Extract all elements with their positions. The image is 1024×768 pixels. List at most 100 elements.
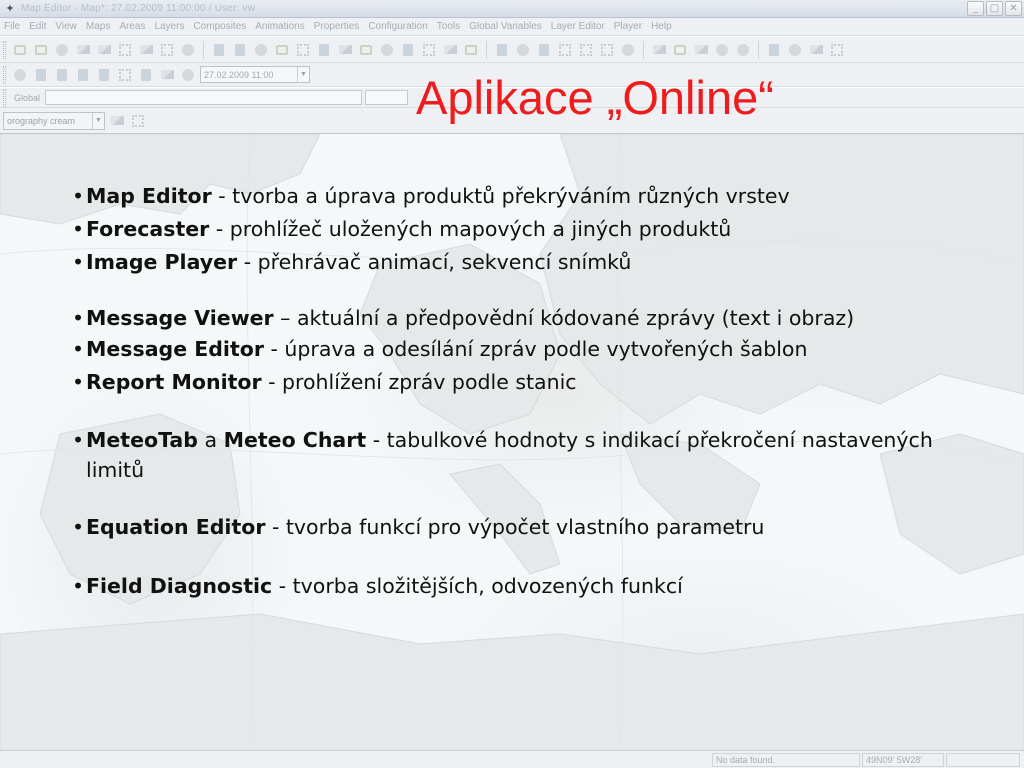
- bullet-name: MeteoTab: [86, 428, 198, 452]
- bullet-conj: a: [197, 428, 224, 452]
- animation-icon[interactable]: [137, 66, 155, 84]
- toolbar-grip[interactable]: [3, 65, 6, 84]
- palette-icon[interactable]: [74, 41, 92, 59]
- layer-icon[interactable]: [210, 41, 228, 59]
- app-icon: ✦: [5, 1, 15, 15]
- grid-icon[interactable]: [129, 112, 147, 130]
- palette-icon[interactable]: [336, 41, 354, 59]
- toolbar-separator: [203, 40, 204, 59]
- bullet-name: Message Editor: [86, 337, 264, 361]
- layer-icon[interactable]: [231, 41, 249, 59]
- grid-icon[interactable]: [420, 41, 438, 59]
- layer-icon[interactable]: [493, 41, 511, 59]
- toolbar-separator: [643, 40, 644, 59]
- menu-properties[interactable]: Properties: [314, 21, 360, 32]
- animation-icon[interactable]: [11, 66, 29, 84]
- menu-composites[interactable]: Composites: [193, 21, 246, 32]
- grid-icon[interactable]: [116, 41, 134, 59]
- minimize-button[interactable]: _: [967, 1, 984, 16]
- palette-icon[interactable]: [807, 41, 825, 59]
- menu-bar: File Edit View Maps Areas Layers Composi…: [0, 18, 1024, 36]
- zoom-icon[interactable]: [734, 41, 752, 59]
- menu-layer-editor[interactable]: Layer Editor: [551, 21, 605, 32]
- map-icon[interactable]: [273, 41, 291, 59]
- animation-icon[interactable]: [95, 66, 113, 84]
- animation-icon[interactable]: [116, 66, 134, 84]
- settings-icon[interactable]: [713, 41, 731, 59]
- menu-animations[interactable]: Animations: [255, 21, 304, 32]
- status-coordinates: 49N09' 5W28': [862, 753, 944, 767]
- bullet-desc: - přehrávač animací, sekvencí snímků: [237, 250, 632, 274]
- bullet-image-player: •Image Player - přehrávač animací, sekve…: [62, 246, 992, 279]
- settings-icon[interactable]: [53, 41, 71, 59]
- map-icon[interactable]: [11, 41, 29, 59]
- toolbar-grip[interactable]: [3, 40, 6, 59]
- bullet-glyph: •: [72, 184, 85, 208]
- grid-icon[interactable]: [294, 41, 312, 59]
- bullet-glyph: •: [72, 515, 85, 539]
- scope-field-2[interactable]: [365, 90, 409, 105]
- bullet-glyph: •: [72, 574, 85, 598]
- scope-label: Global: [13, 92, 40, 103]
- zoom-icon[interactable]: [179, 41, 197, 59]
- layer-icon[interactable]: [399, 41, 417, 59]
- palette-icon[interactable]: [108, 112, 126, 130]
- maximize-button[interactable]: □: [986, 1, 1003, 16]
- toolbar-grip[interactable]: [3, 88, 6, 107]
- menu-edit[interactable]: Edit: [29, 21, 46, 32]
- layer-select[interactable]: orography cream ▼: [3, 111, 105, 130]
- menu-tools[interactable]: Tools: [437, 21, 460, 32]
- bullet-name: Equation Editor: [86, 515, 266, 539]
- animation-icon[interactable]: [53, 66, 71, 84]
- palette-icon[interactable]: [95, 41, 113, 59]
- menu-global-variables[interactable]: Global Variables: [469, 21, 542, 32]
- layer-icon[interactable]: [535, 41, 553, 59]
- settings-icon[interactable]: [252, 41, 270, 59]
- scope-field[interactable]: [44, 90, 363, 105]
- menu-layers[interactable]: Layers: [154, 21, 184, 32]
- title-bar: ✦ Map Editor - Map*: 27.02.2009 11:00:00…: [0, 0, 1024, 18]
- zoom-icon[interactable]: [378, 41, 396, 59]
- animation-icon[interactable]: [158, 66, 176, 84]
- palette-icon[interactable]: [137, 41, 155, 59]
- animation-icon[interactable]: [74, 66, 92, 84]
- map-icon[interactable]: [462, 41, 480, 59]
- close-button[interactable]: ✕: [1005, 1, 1022, 16]
- bullet-map-editor: •Map Editor - tvorba a úprava produktů p…: [62, 180, 992, 213]
- layer-icon[interactable]: [32, 41, 50, 59]
- palette-icon[interactable]: [650, 41, 668, 59]
- palette-icon[interactable]: [692, 41, 710, 59]
- grid-icon[interactable]: [577, 41, 595, 59]
- menu-areas[interactable]: Areas: [119, 21, 145, 32]
- map-icon[interactable]: [357, 41, 375, 59]
- layer-icon[interactable]: [315, 41, 333, 59]
- palette-icon[interactable]: [441, 41, 459, 59]
- animation-icon[interactable]: [32, 66, 50, 84]
- menu-configuration[interactable]: Configuration: [368, 21, 427, 32]
- toolbar-separator: [486, 40, 487, 59]
- settings-icon[interactable]: [514, 41, 532, 59]
- date-select[interactable]: 27.02.2009 11:00 ▼: [200, 66, 310, 83]
- grid-icon[interactable]: [158, 41, 176, 59]
- zoom-icon[interactable]: [619, 41, 637, 59]
- menu-help[interactable]: Help: [651, 21, 672, 32]
- grid-icon[interactable]: [828, 41, 846, 59]
- bullet-message-editor: •Message Editor - úprava a odesílání zpr…: [62, 333, 992, 366]
- bullet-desc: – aktuální a předpovědní kódované zprávy…: [273, 306, 855, 330]
- menu-view[interactable]: View: [55, 21, 77, 32]
- bullet-glyph: •: [72, 337, 85, 361]
- bullet-report-monitor: •Report Monitor - prohlížení zpráv podle…: [62, 366, 992, 399]
- calendar-icon[interactable]: [179, 66, 197, 84]
- menu-file[interactable]: File: [4, 21, 20, 32]
- menu-maps[interactable]: Maps: [86, 21, 110, 32]
- grid-icon[interactable]: [598, 41, 616, 59]
- menu-player[interactable]: Player: [614, 21, 642, 32]
- settings-icon[interactable]: [786, 41, 804, 59]
- chevron-down-icon[interactable]: ▼: [92, 112, 104, 129]
- map-icon[interactable]: [671, 41, 689, 59]
- layer-icon[interactable]: [765, 41, 783, 59]
- grid-icon[interactable]: [556, 41, 574, 59]
- chevron-down-icon[interactable]: ▼: [297, 67, 309, 82]
